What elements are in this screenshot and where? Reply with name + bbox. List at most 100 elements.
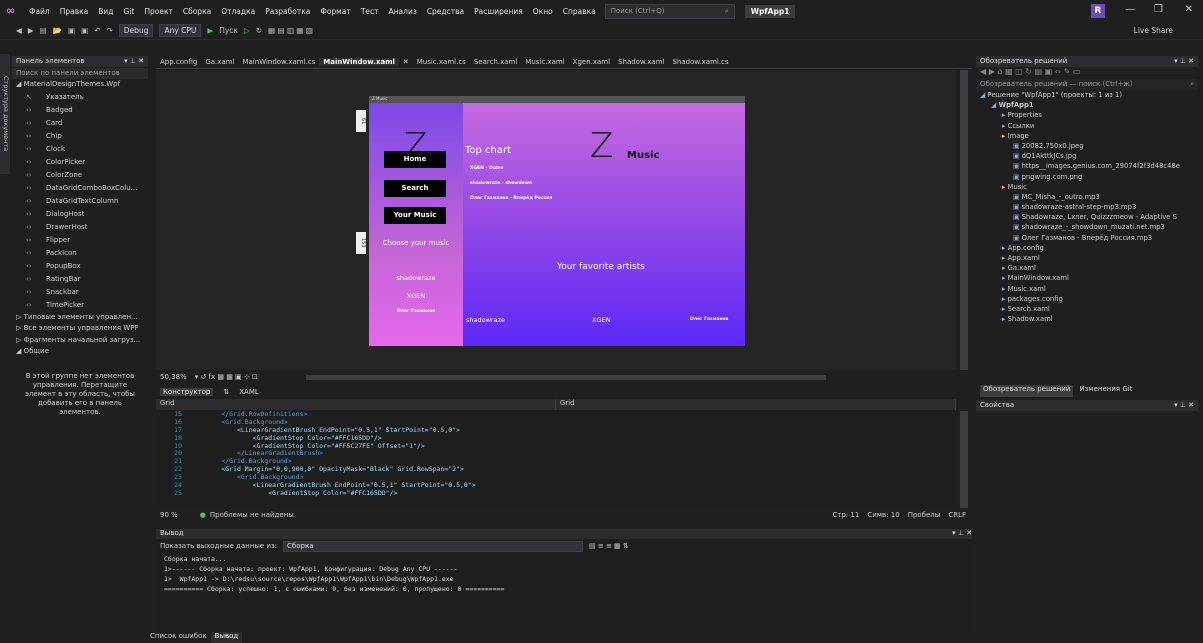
tab-design[interactable]: Конструктор xyxy=(160,387,214,396)
open-icon[interactable]: 📂 xyxy=(53,26,62,35)
toolbox-item[interactable]: ‹› Snackbar xyxy=(12,286,148,299)
pin-icon[interactable]: ▾ ⊥ ✕ xyxy=(1174,401,1194,410)
whitespace-indicator[interactable]: Пробелы xyxy=(908,511,941,519)
tree-item[interactable]: ▣ pngwing.com.png xyxy=(976,172,1198,182)
toolbar-extra-icons[interactable]: ▦ ▤ ▥ ▦ ▧ xyxy=(268,26,313,35)
solution-explorer-toolbar[interactable]: ◀ ▶ ⌂ ▦ ◫ ↻ ▤ ▣ ‹› ✎ ▭ xyxy=(976,67,1198,79)
platform-select[interactable]: Any CPU xyxy=(159,24,202,37)
document-outline-tab[interactable]: Структура документа xyxy=(0,54,10,174)
tab-ga-xaml[interactable]: Ga.xaml xyxy=(201,58,238,66)
menu-extensions[interactable]: Расширения xyxy=(469,7,528,16)
toolbox-group[interactable]: ▷ Все элементы управления WPF xyxy=(12,323,148,335)
toolbox-item[interactable]: ‹› Card xyxy=(12,117,148,130)
tree-item[interactable]: ▸ packages.config xyxy=(976,294,1198,304)
tab-output[interactable]: Вывод xyxy=(210,632,243,643)
menu-test[interactable]: Тест xyxy=(356,7,384,16)
tree-item[interactable]: ▣ Олег Газманов - Вперёд Россия.mp3 xyxy=(976,233,1198,243)
tab-error-list[interactable]: Список ошибок xyxy=(146,632,211,643)
toolbox-item[interactable]: ‹› ColorPicker xyxy=(12,156,148,169)
start-without-debug-icon[interactable]: ▷ xyxy=(244,26,250,35)
toolbox-item[interactable]: ‹› DialogHost xyxy=(12,208,148,221)
artist-link[interactable]: XGEN xyxy=(369,292,463,300)
menu-project[interactable]: Проект xyxy=(139,7,178,16)
toolbox-item[interactable]: ‹› DataGridComboBoxColu... xyxy=(12,182,148,195)
toolbox-item[interactable]: ‹› Flipper xyxy=(12,234,148,247)
save-all-icon[interactable]: ▣ xyxy=(81,26,88,35)
menu-analyze[interactable]: Анализ xyxy=(384,7,422,16)
toolbox-item[interactable]: ‹› RatingBar xyxy=(12,273,148,286)
menu-tools[interactable]: Средства xyxy=(422,7,469,16)
refresh-icon[interactable]: ↻ xyxy=(256,26,262,35)
menu-git[interactable]: Git xyxy=(119,7,140,16)
toolbox-item[interactable]: ‹› PackIcon xyxy=(12,247,148,260)
problems-status[interactable]: Проблемы не найдены. xyxy=(210,511,296,519)
home-button[interactable]: Home xyxy=(384,151,446,168)
tab-xaml[interactable]: XAML xyxy=(239,388,259,396)
crumb-left[interactable]: Grid xyxy=(156,399,556,410)
toolbox-item[interactable]: ‹› Badged xyxy=(12,104,148,117)
zoom-level[interactable]: 50,38% xyxy=(160,373,187,381)
back-icon[interactable]: ◀ xyxy=(16,26,22,35)
editor-zoom[interactable]: 90 % xyxy=(160,511,178,519)
menu-format[interactable]: Формат xyxy=(315,7,355,16)
code-vertical-scrollbar[interactable] xyxy=(960,411,968,508)
account-avatar[interactable]: R xyxy=(1091,4,1105,18)
tab-app-config[interactable]: App.config xyxy=(156,58,201,66)
menu-view[interactable]: Вид xyxy=(93,7,118,16)
live-share-button[interactable]: Live Share xyxy=(1134,26,1173,35)
pin-icon[interactable]: ▾ ⊥ ✕ xyxy=(952,529,972,539)
chart-item[interactable]: XGEN - Outro xyxy=(470,166,504,171)
save-icon[interactable]: ▣ xyxy=(68,26,75,35)
line-ending-indicator[interactable]: CRLF xyxy=(948,511,966,519)
tab-shadow-cs[interactable]: Shadow.xaml.cs xyxy=(668,58,732,66)
start-button[interactable]: Пуск xyxy=(219,26,238,35)
tree-item[interactable]: ◢ Решение "WpfApp1" (проекты: 1 из 1) xyxy=(976,90,1198,100)
tree-item[interactable]: ▸ Shadow.xaml xyxy=(976,314,1198,324)
toolbox-item[interactable]: ‹› DrawerHost xyxy=(12,221,148,234)
tab-search-xaml[interactable]: Search.xaml xyxy=(470,58,521,66)
xaml-code-editor[interactable]: 15 </Grid.RowDefinitions> 16 <Grid.Backg… xyxy=(156,410,956,508)
swap-panes-icon[interactable]: ⇅ xyxy=(223,388,229,396)
tree-item[interactable]: ▣ shadowraze_-_showdown_muzati.net.mp3 xyxy=(976,222,1198,232)
pin-icon[interactable]: ▾ ⊥ ✕ xyxy=(1174,57,1194,66)
search-button[interactable]: Search xyxy=(384,180,446,197)
tree-item[interactable]: ▸ App.xaml xyxy=(976,253,1198,263)
menu-edit[interactable]: Правка xyxy=(55,7,94,16)
crumb-right[interactable]: Grid xyxy=(556,399,956,410)
toolbox-item[interactable]: ‹› TimePicker xyxy=(12,299,148,312)
tab-shadow-xaml[interactable]: Shadow.xaml xyxy=(614,58,668,66)
designer-vertical-scrollbar[interactable] xyxy=(960,70,968,370)
tree-item[interactable]: ▸ Image xyxy=(976,131,1198,141)
menu-debug[interactable]: Отладка xyxy=(216,7,260,16)
toolbox-item[interactable]: ‹› ColorZone xyxy=(12,169,148,182)
chart-item[interactable]: shadowraze - showdown xyxy=(470,181,532,186)
maximize-icon[interactable]: ❐ xyxy=(1154,4,1163,15)
menu-build[interactable]: Сборка xyxy=(178,7,216,16)
tree-item[interactable]: ▸ Search.xaml xyxy=(976,304,1198,314)
toolbox-item[interactable]: ‹› PopupBox xyxy=(12,260,148,273)
config-select[interactable]: Debug xyxy=(118,24,154,37)
tree-item[interactable]: ▸ Ga.xaml xyxy=(976,263,1198,273)
tree-item[interactable]: ▸ Ссылки xyxy=(976,121,1198,131)
menu-file[interactable]: Файл xyxy=(24,7,55,16)
favorite-artist[interactable]: Олег Газманов xyxy=(690,317,728,322)
tree-item[interactable]: ▸ Music xyxy=(976,182,1198,192)
undo-icon[interactable]: ↶ xyxy=(94,26,100,35)
tab-music-xaml[interactable]: Music.xaml xyxy=(521,58,568,66)
toolbox-group-material[interactable]: ◢ MaterialDesignThemes.Wpf xyxy=(12,79,148,91)
artist-link[interactable]: shadowraze xyxy=(369,274,463,282)
tab-xgen-xaml[interactable]: Xgen.xaml xyxy=(569,58,614,66)
chart-item[interactable]: Олег Газманов - Вперёд Россия xyxy=(470,196,552,201)
tab-git-changes[interactable]: Изменения Git xyxy=(1079,385,1132,397)
output-tool-icons[interactable]: ▤ ≡ ≡ ▦ ⇅ xyxy=(589,542,629,550)
toolbox-group[interactable]: ▷ Типовые элементы управлен... xyxy=(12,312,148,324)
tree-item[interactable]: ▸ MainWindow.xaml xyxy=(976,273,1198,283)
global-search-input[interactable]: Поиск (Ctrl+Q) ⌕ xyxy=(604,3,735,19)
pin-icon[interactable]: ▾ ⊥ ✕ xyxy=(124,57,144,66)
tree-item[interactable]: ▸ Music.xaml xyxy=(976,284,1198,294)
solution-search-input[interactable]: Обозреватель решений — поиск (Ctrl+ж) ⌕ xyxy=(976,79,1198,90)
designer-horizontal-scrollbar[interactable] xyxy=(305,374,826,380)
tree-item[interactable]: ▣ shadowraze-astral-step-mp3.mp3 xyxy=(976,202,1198,212)
tab-music-cs[interactable]: Music.xaml.cs xyxy=(413,58,470,66)
minimize-icon[interactable]: — xyxy=(1125,4,1135,15)
